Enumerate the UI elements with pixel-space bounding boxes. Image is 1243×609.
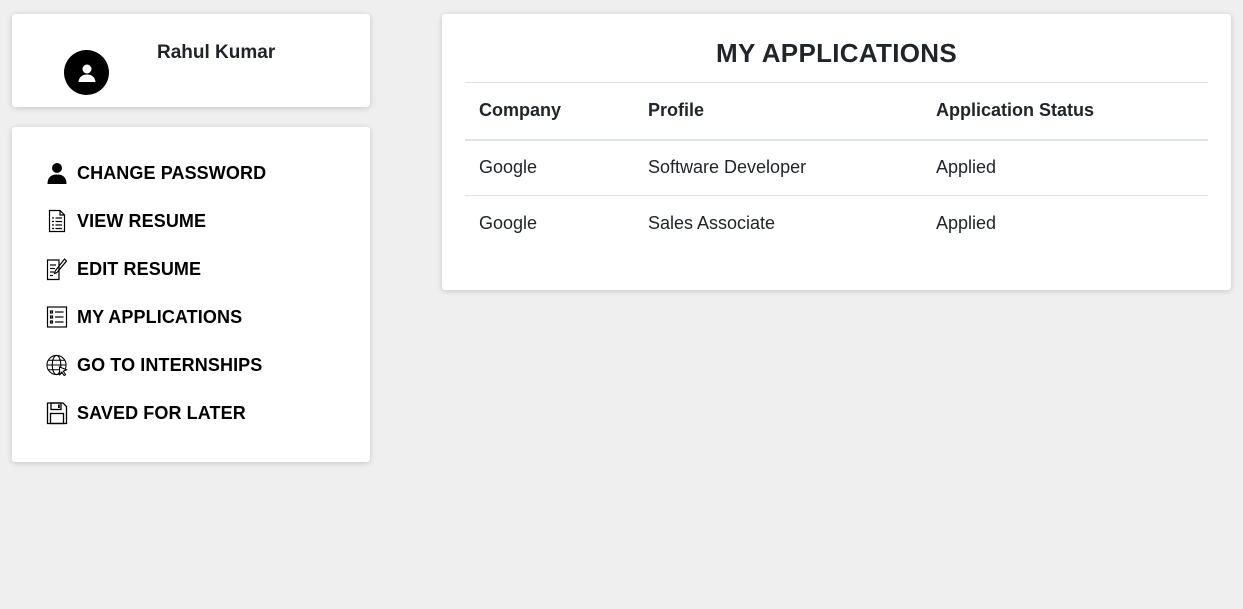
list-icon: [46, 305, 68, 329]
menu-label: EDIT RESUME: [77, 258, 202, 279]
menu-item-edit-resume[interactable]: EDIT RESUME: [46, 257, 266, 281]
profile-card: Rahul Kumar: [12, 14, 370, 107]
edit-document-icon: [46, 257, 68, 281]
cell-profile: Sales Associate: [648, 213, 776, 234]
user-avatar-icon: [64, 50, 109, 95]
cell-company: Google: [479, 157, 538, 178]
save-icon: [46, 401, 68, 425]
cell-profile: Software Developer: [648, 157, 807, 178]
cell-status: Applied: [936, 213, 997, 234]
user-icon: [46, 161, 68, 185]
menu-label: MY APPLICATIONS: [77, 306, 243, 327]
menu-item-saved-for-later[interactable]: SAVED FOR LATER: [46, 401, 266, 425]
globe-icon: [46, 353, 68, 377]
menu-label: GO TO INTERNSHIPS: [77, 354, 263, 375]
menu-card: CHANGE PASSWORD VIEW RESUME EDIT RESUME …: [12, 127, 370, 462]
page-title: MY APPLICATIONS: [716, 38, 957, 68]
menu-item-go-to-internships[interactable]: GO TO INTERNSHIPS: [46, 353, 266, 377]
menu-item-view-resume[interactable]: VIEW RESUME: [46, 209, 266, 233]
applications-card: MY APPLICATIONS Company Profile Applicat…: [442, 14, 1231, 290]
user-name: Rahul Kumar: [157, 42, 276, 63]
menu-list: CHANGE PASSWORD VIEW RESUME EDIT RESUME …: [46, 161, 266, 449]
menu-item-my-applications[interactable]: MY APPLICATIONS: [46, 305, 266, 329]
cell-status: Applied: [936, 157, 997, 178]
table-header-row: Company Profile Application Status: [465, 82, 1208, 140]
table-row: Google Sales Associate Applied: [465, 195, 1208, 252]
document-icon: [46, 209, 68, 233]
table-row: Google Software Developer Applied: [465, 140, 1208, 196]
menu-label: SAVED FOR LATER: [77, 402, 246, 423]
column-header-profile: Profile: [648, 100, 705, 121]
applications-table: Company Profile Application Status Googl…: [465, 82, 1208, 252]
cell-company: Google: [479, 213, 538, 234]
menu-label: CHANGE PASSWORD: [77, 162, 267, 183]
menu-label: VIEW RESUME: [77, 210, 207, 231]
menu-item-change-password[interactable]: CHANGE PASSWORD: [46, 161, 266, 185]
column-header-company: Company: [479, 100, 562, 121]
column-header-status: Application Status: [936, 100, 1095, 121]
